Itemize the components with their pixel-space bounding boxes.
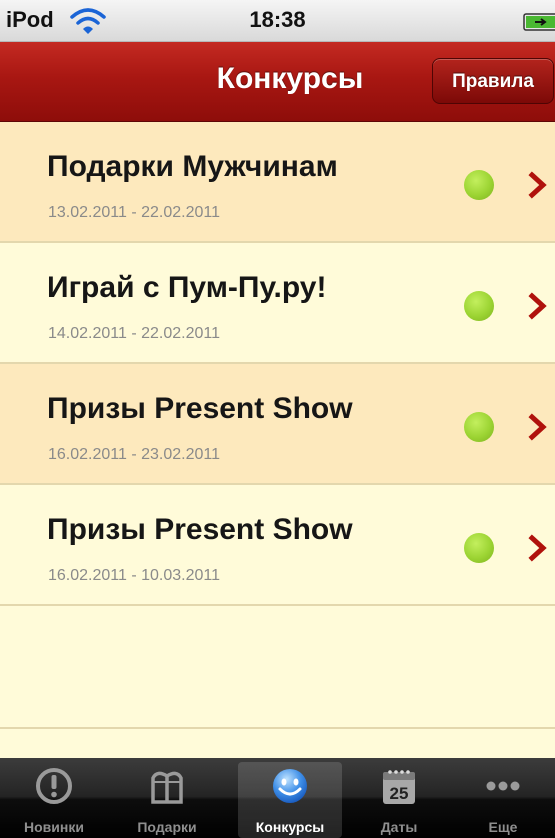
calendar-day: 25 (390, 784, 409, 803)
smiley-icon (273, 769, 307, 803)
exclamation-icon (36, 768, 72, 804)
tab-news[interactable]: Новинки (2, 762, 106, 838)
empty-row (0, 608, 555, 729)
chevron-right-icon (528, 292, 547, 320)
status-dot-icon (464, 291, 494, 321)
tab-more[interactable]: Еще (451, 762, 555, 838)
page-title: Конкурсы (216, 62, 364, 95)
contest-title: Играй с Пум-Пу.ру! (47, 271, 327, 304)
more-icon (486, 781, 520, 791)
tab-label: Еще (488, 819, 518, 835)
status-dot-icon (464, 412, 494, 442)
list-item[interactable]: Призы Present Show 16.02.2011 - 23.02.20… (0, 364, 555, 485)
list-item[interactable]: Играй с Пум-Пу.ру! 14.02.2011 - 22.02.20… (0, 243, 555, 364)
chevron-right-icon (528, 534, 547, 562)
navigation-bar: Конкурсы Правила (0, 42, 555, 122)
clock: 18:38 (249, 7, 306, 32)
tab-label: Конкурсы (255, 819, 325, 835)
tab-contests[interactable]: Конкурсы (238, 762, 342, 838)
contest-title: Призы Present Show (47, 513, 353, 546)
tab-label: Подарки (137, 819, 197, 835)
rules-button[interactable]: Правила (432, 58, 554, 104)
list-item[interactable]: Призы Present Show 16.02.2011 - 10.03.20… (0, 485, 555, 606)
tab-label: Даты (380, 819, 418, 835)
gift-icon (151, 771, 183, 804)
screen: iPod 18:38 Конкурсы Правила Подарки Мужч… (0, 0, 555, 838)
contest-dates: 14.02.2011 - 22.02.2011 (48, 325, 220, 342)
battery-icon (523, 13, 555, 31)
tab-label: Новинки (24, 819, 84, 835)
calendar-icon: 25 (383, 770, 415, 804)
status-bar: iPod 18:38 (0, 0, 555, 42)
contest-dates: 16.02.2011 - 10.03.2011 (48, 567, 220, 584)
tab-gifts[interactable]: Подарки (115, 762, 219, 838)
contest-list: Подарки Мужчинам 13.02.2011 - 22.02.2011… (0, 122, 555, 758)
contest-title: Призы Present Show (47, 392, 353, 425)
chevron-right-icon (528, 171, 547, 199)
tab-dates[interactable]: 25 Даты (347, 762, 451, 838)
tab-bar: Новинки Подарки Конкурсы 25 Даты Еще (0, 758, 555, 838)
status-dot-icon (464, 533, 494, 563)
status-dot-icon (464, 170, 494, 200)
chevron-right-icon (528, 413, 547, 441)
contest-title: Подарки Мужчинам (47, 150, 338, 183)
contest-dates: 13.02.2011 - 22.02.2011 (48, 204, 220, 221)
contest-dates: 16.02.2011 - 23.02.2011 (48, 446, 220, 463)
list-item[interactable]: Подарки Мужчинам 13.02.2011 - 22.02.2011 (0, 122, 555, 243)
